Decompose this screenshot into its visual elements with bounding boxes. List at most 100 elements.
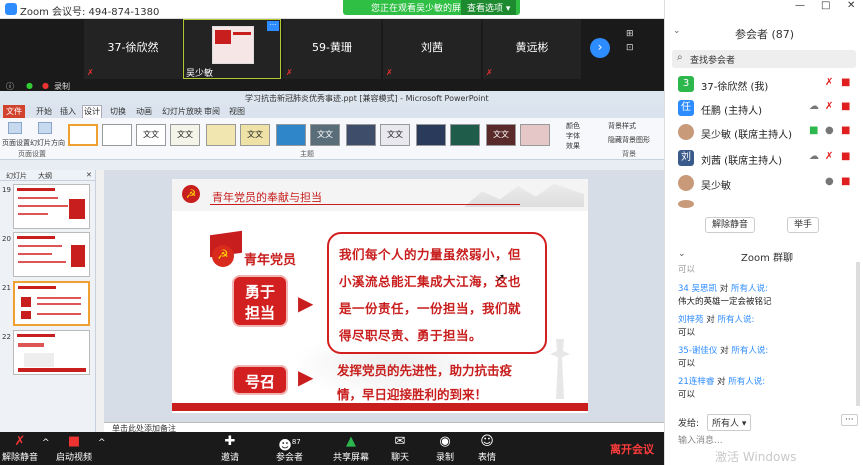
video-tile[interactable]: 黄远彬 ✗ — [483, 19, 581, 79]
video-off-icon: ■ — [841, 101, 851, 112]
record-button[interactable]: ◉ 录制 — [436, 434, 454, 463]
lock-icon[interactable]: ● — [26, 81, 33, 90]
next-page-icon[interactable]: › — [590, 38, 610, 58]
message-body: 可以 — [678, 390, 696, 400]
thumbnail-scrollbar[interactable] — [96, 170, 104, 432]
slide-thumb[interactable] — [13, 184, 90, 229]
close-button[interactable]: ✕ — [847, 0, 855, 11]
message-sender[interactable]: 21连梓睿 — [678, 377, 714, 387]
slide-thumb[interactable] — [13, 232, 90, 277]
orientation-button[interactable]: 幻灯片方向 — [30, 138, 65, 148]
effects-button[interactable]: 效果 — [566, 141, 580, 151]
current-slide: ☭ 青年党员的奉献与担当 ☭ 青年党员 勇于 担当 ▶ 我们每个人的力量虽然弱小… — [172, 179, 588, 413]
invite-button[interactable]: ✚ 邀请 — [221, 434, 239, 463]
theme-thumb[interactable]: 文文 — [170, 124, 200, 146]
background-style-button[interactable]: 背景样式 — [608, 121, 636, 131]
zoom-logo-icon — [5, 3, 17, 15]
theme-thumb[interactable] — [450, 124, 480, 146]
leave-meeting-button[interactable]: 离开会议 — [610, 441, 654, 457]
theme-thumb[interactable]: 文文 — [136, 124, 166, 146]
tab-outline[interactable]: 大纲 — [38, 171, 52, 181]
participant-search-input[interactable]: ⌕ 查找参会者 — [672, 50, 856, 68]
slide-number: 21 — [2, 284, 11, 292]
message-sender[interactable]: 刘梓苑 — [678, 315, 704, 325]
video-tile[interactable]: 59-黄珊 ✗ — [283, 19, 381, 79]
tab-home[interactable]: 开始 — [36, 106, 52, 117]
tab-slides[interactable]: 幻灯片 — [6, 171, 27, 181]
theme-thumb[interactable] — [206, 124, 236, 146]
hide-background-checkbox[interactable]: 隐藏背景图形 — [608, 135, 650, 145]
theme-thumb[interactable] — [276, 124, 306, 146]
reactions-button[interactable]: ☺ 表情 — [478, 434, 496, 463]
group-theme-label: 主题 — [300, 150, 314, 158]
send-to-select[interactable]: 所有人 ▾ — [707, 414, 752, 431]
chat-label: 聊天 — [391, 453, 410, 463]
chat-message-input[interactable]: 输入消息... — [678, 433, 723, 446]
theme-thumb[interactable] — [520, 124, 550, 146]
chat-title: Zoom 群聊 — [741, 253, 794, 264]
video-tile-name: 37-徐欣然 — [107, 41, 159, 54]
unmute-button[interactable]: ✗ 解除静音 — [2, 434, 38, 463]
tab-transitions[interactable]: 切换 — [110, 106, 126, 117]
colors-button[interactable]: 颜色 — [566, 121, 580, 131]
audio-options-caret[interactable]: ^ — [42, 438, 50, 448]
participant-row[interactable]: 刘 刘茜 (联席主持人) ☁ ✗ ■ — [665, 147, 863, 171]
tab-review[interactable]: 审阅 — [204, 106, 220, 117]
slide-thumb-selected[interactable] — [13, 281, 90, 326]
unmute-all-button[interactable]: 解除静音 — [705, 217, 756, 233]
raise-hand-button[interactable]: 举手 — [787, 217, 820, 233]
strip-view-icons[interactable]: ⊞ ⊡ — [626, 27, 634, 55]
message-body: 可以 — [678, 359, 696, 369]
more-options-icon[interactable]: ··· — [267, 21, 279, 31]
theme-thumb[interactable] — [68, 124, 98, 146]
participant-row[interactable]: 吴少敏 ● ■ — [665, 172, 863, 196]
close-panel-icon[interactable]: ✕ — [86, 171, 92, 179]
video-options-caret[interactable]: ^ — [98, 438, 106, 448]
tab-file[interactable]: 文件 — [3, 105, 25, 118]
text-line: 我们每个人的力量虽然弱小，但 — [339, 247, 522, 262]
chat-scrollbar[interactable] — [856, 262, 860, 406]
chat-message: 刘梓苑 对 所有人说: — [678, 313, 754, 325]
theme-thumb[interactable]: 文文 — [380, 124, 410, 146]
message-target: 所有人说: — [717, 315, 755, 325]
tab-insert[interactable]: 插入 — [60, 106, 76, 117]
video-tile[interactable]: 刘茜 ✗ — [383, 19, 481, 79]
view-options-button[interactable]: 查看选项 ▾ — [461, 0, 517, 15]
tab-view[interactable]: 视图 — [229, 106, 245, 117]
video-tile[interactable]: 37-徐欣然 ✗ — [84, 19, 182, 79]
tab-animations[interactable]: 动画 — [136, 106, 152, 117]
theme-thumb[interactable]: 文文 — [486, 124, 516, 146]
start-video-button[interactable]: ■ 启动视频 — [56, 434, 92, 463]
participant-row[interactable]: 吴少敏 (联席主持人) ■ ● ■ — [665, 121, 863, 145]
group-page-setup-label: 页面设置 — [18, 150, 46, 158]
notes-pane[interactable]: 单击此处添加备注 — [104, 422, 664, 432]
more-options-icon[interactable]: ··· — [841, 414, 858, 426]
ppt-title: 学习抗击新冠肺炎优秀事迹.ppt [兼容模式] - Microsoft Powe… — [245, 94, 489, 103]
page-setup-button[interactable]: 页面设置 — [2, 138, 30, 148]
participant-row[interactable]: 3 37-徐欣然 (我) ✗ ■ — [665, 73, 863, 97]
minimize-button[interactable]: — — [795, 0, 805, 11]
participant-row[interactable]: 任 任鹏 (主持人) ☁ ✗ ■ — [665, 97, 863, 121]
tab-slideshow[interactable]: 幻灯片放映 — [162, 106, 202, 117]
message-body: 可以 — [678, 328, 696, 338]
participants-label: 参会者 — [276, 453, 304, 463]
theme-thumb[interactable] — [102, 124, 132, 146]
page-setup-icon[interactable] — [8, 122, 22, 134]
theme-thumb[interactable] — [416, 124, 446, 146]
message-sender[interactable]: 35-谢佳仪 — [678, 346, 717, 356]
chat-button[interactable]: ✉ 聊天 — [391, 434, 409, 463]
message-sender[interactable]: 34 吴思凯 — [678, 284, 717, 294]
collapse-chat-icon[interactable]: ⌄ — [678, 249, 686, 259]
fonts-button[interactable]: 字体 — [566, 131, 580, 141]
video-tile-active[interactable]: 吴少敏 ··· — [183, 19, 281, 79]
theme-thumb[interactable]: 文文 — [310, 124, 340, 146]
theme-thumb[interactable]: 文文 — [240, 124, 270, 146]
share-screen-button[interactable]: ▲ 共享屏幕 — [333, 434, 369, 463]
tab-design[interactable]: 设计 — [82, 105, 102, 118]
theme-thumb[interactable] — [346, 124, 376, 146]
participants-button[interactable]: ☻87 参会者 — [276, 434, 303, 463]
cloud-icon: ☁ — [809, 151, 819, 162]
orientation-icon[interactable] — [38, 122, 52, 134]
slide-thumb[interactable] — [13, 330, 90, 375]
maximize-button[interactable]: □ — [821, 0, 830, 11]
